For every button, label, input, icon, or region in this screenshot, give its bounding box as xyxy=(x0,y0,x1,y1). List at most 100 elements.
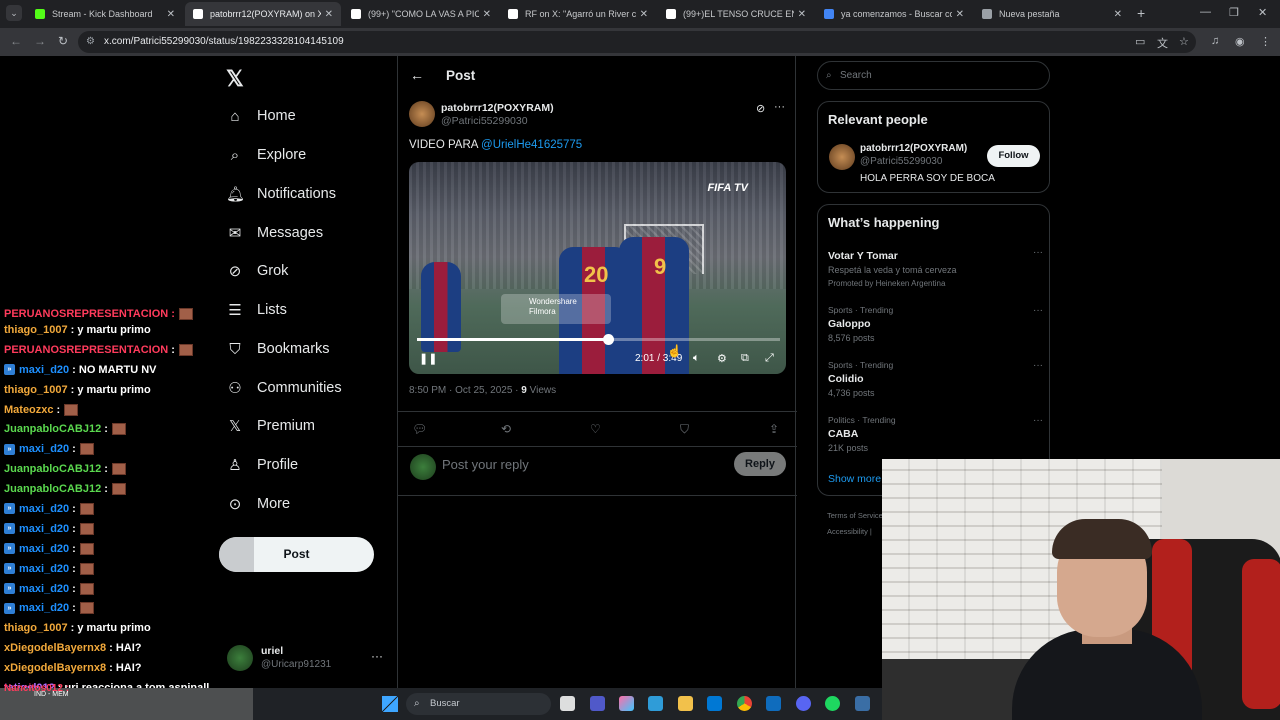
person-name[interactable]: patobrrr12(POXYRAM) xyxy=(860,143,967,154)
close-tab-icon[interactable]: ✕ xyxy=(1114,9,1122,20)
profile-icon[interactable]: ◉ xyxy=(1235,35,1245,48)
post-more-icon[interactable]: ··· xyxy=(774,101,785,113)
chat-username[interactable]: JuanpabloCABJ12 xyxy=(4,423,101,435)
chat-username[interactable]: JuanpabloCABJ12 xyxy=(4,463,101,475)
settings-icon[interactable]: ⚙ xyxy=(717,352,727,365)
media-icon[interactable]: ♫ xyxy=(1211,35,1219,47)
pip-icon[interactable]: ⧉ xyxy=(741,352,749,365)
trend-item[interactable]: Sports · Trending Colidio 4,736 posts ··· xyxy=(828,360,1043,398)
follow-button[interactable]: Follow xyxy=(987,145,1040,167)
trend-item[interactable]: Votar Y Tomar Respetá la veda y tomá cerv… xyxy=(828,247,1043,288)
chat-username[interactable]: maxi_d20 xyxy=(19,602,69,614)
x-logo-icon[interactable]: 𝕏 xyxy=(226,66,244,92)
pause-icon[interactable]: ❚❚ xyxy=(419,352,437,365)
nav-item-premium[interactable]: 𝕏 Premium xyxy=(226,411,315,441)
chat-username[interactable]: maxi_d20 xyxy=(19,583,69,595)
nav-item-notifications[interactable]: 🔔︎ Notifications xyxy=(226,179,336,209)
repost-icon[interactable]: ⟲ xyxy=(501,422,511,436)
mention-link[interactable]: @UrielHe41625775 xyxy=(481,139,582,151)
search-input[interactable]: ⌕ Search xyxy=(817,61,1050,90)
reply-button[interactable]: Reply xyxy=(734,452,786,476)
new-tab-button[interactable]: + xyxy=(1137,5,1145,21)
footer-accessibility-link[interactable]: Accessibility | xyxy=(827,527,872,536)
chat-username[interactable]: xDiegodelBayernx8 xyxy=(4,662,106,674)
close-tab-icon[interactable]: ✕ xyxy=(325,9,333,20)
trend-item[interactable]: Sports · Trending Galoppo 8,576 posts ··· xyxy=(828,305,1043,343)
nav-item-explore[interactable]: ⌕ Explore xyxy=(226,140,306,170)
nav-item-home[interactable]: ⌂ Home xyxy=(226,101,295,131)
nav-item-bookmarks[interactable]: ⛉ Bookmarks xyxy=(226,334,329,364)
reload-icon[interactable]: ↻ xyxy=(58,34,68,48)
cast-icon[interactable]: ▭ xyxy=(1135,35,1145,48)
person-handle[interactable]: @Patrici55299030 xyxy=(860,156,942,167)
trend-more-icon[interactable]: ··· xyxy=(1033,305,1043,316)
browser-tab[interactable]: Stream - Kick Dashboard ✕ xyxy=(27,2,183,26)
nav-item-messages[interactable]: ✉ Messages xyxy=(226,218,323,248)
account-switcher[interactable]: uriel @Uricarp91231 ··· xyxy=(227,645,387,673)
chat-username[interactable]: PERUANOSREPRESENTACION xyxy=(4,344,168,356)
browser-tab[interactable]: (99+)EL TENSO CRUCE ENTRE ✕ xyxy=(658,2,814,26)
browser-tab[interactable]: (99+) "COMO LA VAS A PICAR ✕ xyxy=(343,2,499,26)
share-icon[interactable]: ⇪ xyxy=(769,422,779,436)
browser-tab[interactable]: Nueva pestaña ✕ xyxy=(974,2,1130,26)
post-timestamp[interactable]: 8:50 PM · Oct 25, 2025 · xyxy=(409,385,521,396)
video-progress-bar[interactable] xyxy=(417,334,780,345)
author-handle[interactable]: @Patrici55299030 xyxy=(441,115,528,127)
close-window-icon[interactable]: ✕ xyxy=(1258,6,1267,19)
taskbar-search-input[interactable]: ⌕ Buscar xyxy=(406,693,551,715)
nav-item-communities[interactable]: ⚇ Communities xyxy=(226,373,341,403)
bookmark-icon[interactable]: ⛉ xyxy=(680,422,689,437)
close-tab-icon[interactable]: ✕ xyxy=(167,9,175,20)
chrome-icon[interactable] xyxy=(737,696,752,711)
chat-username[interactable]: maxi_d20 xyxy=(19,503,69,515)
translate-icon[interactable]: 文 xyxy=(1157,35,1168,51)
nav-item-more[interactable]: ⊙ More xyxy=(226,489,290,519)
trend-more-icon[interactable]: ··· xyxy=(1033,415,1043,426)
volume-icon[interactable]: 🔈︎ xyxy=(693,352,700,365)
chat-username[interactable]: maxi_d20 xyxy=(19,443,69,455)
windows-start-icon[interactable] xyxy=(382,696,398,712)
close-tab-icon[interactable]: ✕ xyxy=(483,9,491,20)
chat-username[interactable]: Mateozxc xyxy=(4,404,54,416)
trend-more-icon[interactable]: ··· xyxy=(1033,247,1043,258)
trend-more-icon[interactable]: ··· xyxy=(1033,360,1043,371)
trend-item[interactable]: Politics · Trending CABA 21K posts ··· xyxy=(828,415,1043,453)
discord-icon[interactable] xyxy=(796,696,811,711)
close-tab-icon[interactable]: ✕ xyxy=(798,9,806,20)
menu-icon[interactable]: ⋮ xyxy=(1260,35,1271,48)
video-scrubber-handle[interactable] xyxy=(602,334,614,345)
close-tab-icon[interactable]: ✕ xyxy=(956,9,964,20)
close-tab-icon[interactable]: ✕ xyxy=(640,9,648,20)
chat-username[interactable]: thiago_1007 xyxy=(4,324,68,336)
browser-tab[interactable]: RF on X: "Agarró un River camp ✕ xyxy=(500,2,656,26)
like-icon[interactable]: ♡ xyxy=(590,422,601,436)
spotify-icon[interactable] xyxy=(825,696,840,711)
taskview-icon[interactable] xyxy=(560,696,575,711)
chat-username[interactable]: maxi_d20 xyxy=(19,364,69,376)
chat-username[interactable]: JuanpabloCABJ12 xyxy=(4,483,101,495)
tab-search-dropdown-icon[interactable]: ⌄ xyxy=(6,5,22,21)
video-player[interactable]: FIFA TV 20 9 Wondershare Filmora ❚❚ 2:01… xyxy=(409,162,786,374)
chat-username[interactable]: maxi_d20 xyxy=(19,563,69,575)
url-field[interactable]: ⚙ x.com/Patrici55299030/status/198223332… xyxy=(78,31,1196,53)
chat-username[interactable]: xDiegodelBayernx8 xyxy=(4,642,106,654)
fullscreen-icon[interactable]: ⤢ xyxy=(765,352,774,365)
back-arrow-icon[interactable]: ← xyxy=(410,67,424,83)
minimize-icon[interactable]: — xyxy=(1200,6,1211,18)
grok-explain-icon[interactable]: ⊘ xyxy=(756,102,765,115)
reply-input[interactable]: Post your reply xyxy=(442,457,529,472)
chat-username[interactable]: maxi_d20 xyxy=(19,523,69,535)
chat-username[interactable]: thiago_1007 xyxy=(4,622,68,634)
avatar[interactable] xyxy=(829,144,855,170)
post-button[interactable]: Post xyxy=(219,537,374,572)
restore-icon[interactable]: ❐ xyxy=(1229,6,1239,19)
nav-item-lists[interactable]: ☰ Lists xyxy=(226,295,287,325)
chat-username[interactable]: thiago_1007 xyxy=(4,384,68,396)
more-dots-icon[interactable]: ··· xyxy=(371,649,383,663)
outlook-icon[interactable] xyxy=(766,696,781,711)
store-icon[interactable] xyxy=(707,696,722,711)
show-more-link[interactable]: Show more xyxy=(828,473,881,485)
nav-item-profile[interactable]: ♙ Profile xyxy=(226,450,298,480)
browser-tab[interactable]: patobrrr12(POXYRAM) on X ✕ xyxy=(185,2,341,26)
site-info-icon[interactable]: ⚙ xyxy=(86,31,95,53)
